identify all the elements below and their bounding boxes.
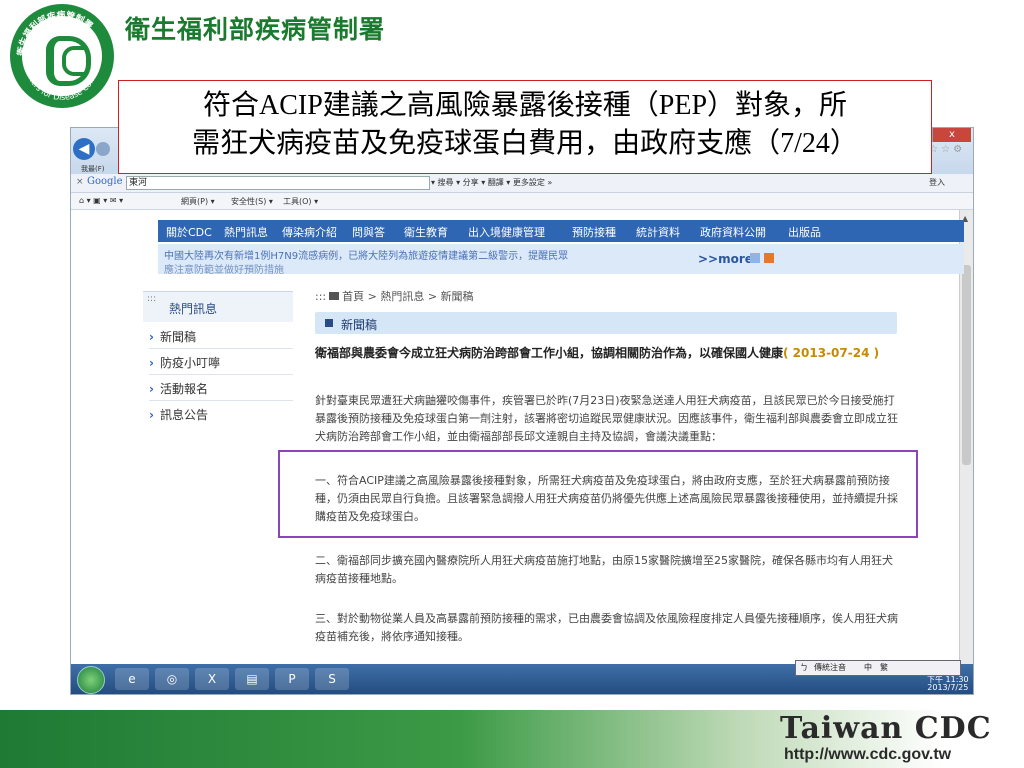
- section-title: 新聞稿: [341, 318, 378, 332]
- logo-ring-text: 衛生福利部疾病管制署 Centers for Disease Control: [15, 9, 100, 102]
- svg-text:Centers for Disease Control: Centers for Disease Control: [24, 63, 100, 102]
- nav-about[interactable]: 關於CDC: [166, 224, 212, 240]
- site-nav: 關於CDC 熱門訊息 傳染病介紹 問與答 衛生教育 出入境健康管理 預防接種 統…: [158, 220, 964, 242]
- chevron-right-icon: ›: [149, 408, 154, 422]
- divider: [149, 374, 293, 375]
- crumb-hot-news[interactable]: 熱門訊息: [380, 290, 424, 303]
- org-name: 衛生福利部疾病管制署: [125, 15, 386, 44]
- news-date: ( 2013-07-24 ): [783, 346, 880, 360]
- nav-qa[interactable]: 問與答: [352, 224, 385, 240]
- news-paragraph: 三、對於動物從業人員及高暴露前預防接種的需求，已由農委會協調及依風險程度排定人員…: [315, 612, 898, 643]
- start-button[interactable]: [77, 666, 105, 694]
- command-bar: ⌂ ▾ ▣ ▾ ✉ ▾ 網頁(P) ▾ 安全性(S) ▾ 工具(O) ▾: [71, 193, 973, 210]
- breadcrumb: ::: 首頁 > 熱門訊息 > 新聞稿: [315, 290, 474, 303]
- sidebar-dots: :::: [147, 294, 157, 304]
- taskbar-explorer[interactable]: ▤: [235, 668, 269, 690]
- news-paragraph: 針對臺東民眾遭狂犬病鼬獾咬傷事件，疾管署已於昨(7月23日)夜緊急送達人用狂犬病…: [315, 394, 898, 443]
- ime-mode[interactable]: 傳統注音: [814, 662, 846, 673]
- slide-title-line2: 需狂犬病疫苗及免疫球蛋白費用，由政府支應（7/24）: [192, 128, 858, 159]
- nav-open-data[interactable]: 政府資料公開: [700, 224, 766, 240]
- sidebar-item-announcements[interactable]: › 訊息公告: [149, 406, 208, 423]
- taskbar-skype[interactable]: S: [315, 668, 349, 690]
- mail-icon[interactable]: [750, 253, 760, 263]
- taskbar-powerpoint[interactable]: P: [275, 668, 309, 690]
- forward-icon[interactable]: [96, 142, 110, 156]
- news-headline: 衛福部與農委會今成立狂犬病防治跨部會工作小組，協調相關防治作為，以確保國人健康(…: [315, 346, 880, 360]
- highlight-box: [278, 450, 918, 538]
- menu-page[interactable]: 網頁(P) ▾: [181, 196, 215, 207]
- signin-link[interactable]: 登入: [929, 177, 945, 188]
- google-search-input[interactable]: 東河: [126, 176, 430, 190]
- slide-title: 符合ACIP建議之高風險暴露後接種（PEP）對象，所 需狂犬病疫苗及免疫球蛋白費…: [118, 80, 932, 174]
- nav-vaccination[interactable]: 預防接種: [572, 224, 616, 240]
- clock-date: 2013/7/25: [927, 683, 969, 692]
- sidebar-item-events[interactable]: › 活動報名: [149, 380, 208, 397]
- menu-safety[interactable]: 安全性(S) ▾: [231, 196, 273, 207]
- divider: [149, 400, 293, 401]
- divider: [149, 348, 293, 349]
- sidebar-item-press[interactable]: › 新聞稿: [149, 328, 196, 345]
- back-icon[interactable]: ◀: [73, 138, 95, 160]
- sidebar-item-tips[interactable]: › 防疫小叮嚀: [149, 354, 220, 371]
- taskbar-app2[interactable]: ◎: [155, 668, 189, 690]
- google-toolbar: × Google 東河 ▾ 搜尋 ▾ 分享 ▾ 翻譯 ▾ 更多設定 » 登入: [71, 174, 973, 193]
- nav-health-edu[interactable]: 衛生教育: [404, 224, 448, 240]
- favorites-label[interactable]: 我最(F): [81, 164, 105, 174]
- sidebar-title: 熱門訊息: [169, 302, 218, 316]
- menu-tools[interactable]: 工具(O) ▾: [283, 196, 318, 207]
- svg-text:衛生福利部疾病管制署: 衛生福利部疾病管制署: [15, 9, 96, 57]
- close-toolbar-icon[interactable]: ×: [76, 177, 84, 187]
- news-paragraph: 二、衛福部同步擴充國內醫療院所人用狂犬病疫苗施打地點，由原15家醫院擴增至25家…: [315, 554, 893, 585]
- home-icon: [329, 292, 340, 300]
- star-icon[interactable]: ☆ ☆ ⚙: [929, 144, 962, 155]
- nav-statistics[interactable]: 統計資料: [636, 224, 680, 240]
- browser-screenshot: ◀ – x ☆ ☆ ⚙ 我最(F) × Google 東河 ▾ 搜尋 ▾ 分享 …: [70, 127, 974, 695]
- crumb-home[interactable]: 首頁: [342, 290, 364, 303]
- cdc-logo: 衛生福利部疾病管制署 Centers for Disease Control: [10, 4, 114, 108]
- more-link[interactable]: >>more: [698, 252, 753, 266]
- ime-traditional[interactable]: 繁: [880, 662, 888, 673]
- taskbar-excel[interactable]: X: [195, 668, 229, 690]
- ticker-line2[interactable]: 應注意防範並做好預防措施: [164, 261, 284, 274]
- scroll-thumb[interactable]: [962, 265, 971, 465]
- ime-icon[interactable]: ㄅ: [800, 662, 808, 673]
- vertical-scrollbar[interactable]: ▲: [959, 210, 973, 664]
- chevron-right-icon: ›: [149, 382, 154, 396]
- nav-publications[interactable]: 出版品: [788, 224, 821, 240]
- ime-chinese[interactable]: 中: [864, 662, 872, 673]
- google-logo: Google: [87, 176, 123, 187]
- sidebar-header: ::: 熱門訊息: [143, 291, 293, 322]
- home-icon[interactable]: ⌂ ▾ ▣ ▾ ✉ ▾: [79, 196, 123, 205]
- nav-diseases[interactable]: 傳染病介紹: [282, 224, 337, 240]
- system-tray: 下午 11:30 2013/7/25: [839, 676, 973, 694]
- taskbar-ie[interactable]: e: [115, 668, 149, 690]
- ime-bar[interactable]: ㄅ 傳統注音 中 繁: [795, 660, 961, 676]
- news-ticker[interactable]: 中國大陸再次有新增1例H7N9流感病例，已將大陸列為旅遊疫情建議第二級警示，提醒…: [158, 244, 964, 274]
- clock[interactable]: 下午 11:30 2013/7/25: [927, 676, 969, 692]
- google-tools[interactable]: ▾ 搜尋 ▾ 分享 ▾ 翻譯 ▾ 更多設定 »: [431, 177, 552, 188]
- footer-brand: Taiwan CDC: [780, 711, 992, 746]
- footer-url: http://www.cdc.gov.tw: [784, 746, 952, 763]
- nav-travel-health[interactable]: 出入境健康管理: [468, 224, 545, 240]
- crumb-press[interactable]: 新聞稿: [441, 290, 474, 303]
- nav-hot-news[interactable]: 熱門訊息: [224, 224, 268, 240]
- section-title-bar: 新聞稿: [315, 312, 897, 334]
- ticker-line1[interactable]: 中國大陸再次有新增1例H7N9流感病例，已將大陸列為旅遊疫情建議第二級警示，提醒…: [164, 247, 568, 262]
- chevron-right-icon: ›: [149, 356, 154, 370]
- chevron-right-icon: ›: [149, 330, 154, 344]
- close-button[interactable]: x: [933, 128, 971, 142]
- slide-title-line1: 符合ACIP建議之高風險暴露後接種（PEP）對象，所: [202, 90, 848, 121]
- section-square-icon: [325, 319, 333, 327]
- rss-icon[interactable]: [764, 253, 774, 263]
